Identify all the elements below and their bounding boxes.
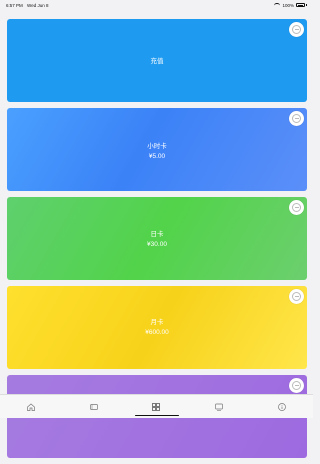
card-badge-icon xyxy=(289,289,304,304)
ticket-icon[interactable] xyxy=(87,400,101,414)
home-indicator xyxy=(135,414,179,416)
day-card[interactable]: 日卡 ¥30.00 xyxy=(7,197,307,280)
card-title: 日卡 xyxy=(150,231,164,238)
recharge-card[interactable]: 充值 xyxy=(7,19,307,102)
card-badge-icon xyxy=(289,111,304,126)
card-title: 充值 xyxy=(150,58,164,65)
month-card[interactable]: 月卡 ¥600.00 xyxy=(7,286,307,369)
card-badge-icon xyxy=(289,200,304,215)
wifi-icon xyxy=(274,2,281,8)
card-title: 月卡 xyxy=(150,319,164,326)
card-badge-icon xyxy=(289,22,304,37)
hour-card[interactable]: 小时卡 ¥5.00 xyxy=(7,108,307,191)
card-badge-icon xyxy=(289,378,304,393)
battery-cap-icon xyxy=(306,4,307,6)
screen-icon[interactable] xyxy=(212,400,226,414)
tab-bar xyxy=(0,394,313,418)
status-right: 100% xyxy=(274,2,307,8)
battery-icon xyxy=(296,3,305,7)
status-time: 6:57 PM xyxy=(6,2,23,8)
card-price: ¥5.00 xyxy=(148,153,166,160)
card-price: ¥30.00 xyxy=(147,241,167,248)
status-left: 6:57 PM Wed Jun 8 xyxy=(6,3,51,8)
home-icon[interactable] xyxy=(24,400,38,414)
status-date: Wed Jun 8 xyxy=(27,2,49,8)
status-bar: 6:57 PM Wed Jun 8 100% xyxy=(0,0,313,10)
info-icon[interactable] xyxy=(275,400,289,414)
grid-icon[interactable] xyxy=(149,400,163,414)
card-title: 小时卡 xyxy=(147,143,167,150)
battery-text: 100% xyxy=(282,2,294,8)
card-price: ¥600.00 xyxy=(145,329,169,336)
